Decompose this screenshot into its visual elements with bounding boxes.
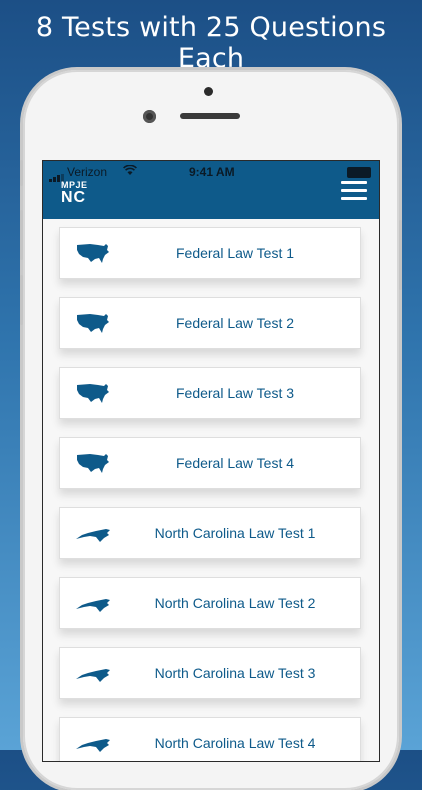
volume-down-button (20, 275, 23, 325)
logo-bottom-text: NC (61, 189, 87, 206)
nc-map-icon (76, 739, 110, 752)
test-card-label: North Carolina Law Test 2 (154, 595, 316, 611)
test-card-label: Federal Law Test 3 (175, 385, 295, 401)
test-card-label: North Carolina Law Test 3 (154, 665, 316, 681)
nc-map-icon (76, 669, 110, 682)
hamburger-menu-icon[interactable] (341, 181, 367, 201)
test-card-label: North Carolina Law Test 4 (154, 735, 316, 751)
app-header: Verizon 9:41 AM MPJE NC (43, 161, 379, 219)
power-button (399, 220, 402, 290)
test-card-federal-1[interactable]: Federal Law Test 1 (59, 227, 361, 279)
test-card-federal-4[interactable]: Federal Law Test 4 (59, 437, 361, 489)
carrier-name: Verizon (67, 165, 108, 179)
usa-map-icon (77, 454, 109, 473)
status-time: 9:41 AM (189, 165, 235, 179)
test-card-label: Federal Law Test 1 (175, 245, 295, 261)
earpiece-speaker (180, 113, 240, 119)
test-card-nc-3[interactable]: North Carolina Law Test 3 (59, 647, 361, 699)
test-card-federal-2[interactable]: Federal Law Test 2 (59, 297, 361, 349)
proximity-sensor (204, 87, 213, 96)
test-card-federal-3[interactable]: Federal Law Test 3 (59, 367, 361, 419)
usa-map-icon (77, 384, 109, 403)
usa-map-icon (77, 244, 109, 263)
wifi-icon (123, 165, 137, 175)
app-screen: Verizon 9:41 AM MPJE NC Federal Law Test… (42, 160, 380, 762)
status-bar: Verizon 9:41 AM (43, 161, 379, 182)
headline: 8 Tests with 25 Questions Each (35, 12, 387, 74)
test-card-nc-1[interactable]: North Carolina Law Test 1 (59, 507, 361, 559)
test-list: Federal Law Test 1 Federal Law Test 2 Fe… (59, 227, 361, 761)
front-camera (143, 110, 156, 123)
test-card-nc-4[interactable]: North Carolina Law Test 4 (59, 717, 361, 761)
test-card-label: Federal Law Test 2 (175, 315, 295, 331)
test-card-nc-2[interactable]: North Carolina Law Test 2 (59, 577, 361, 629)
volume-up-button (20, 210, 23, 260)
nc-map-icon (76, 529, 110, 542)
mute-switch (20, 160, 23, 186)
app-logo: MPJE NC (61, 181, 88, 206)
usa-map-icon (77, 314, 109, 333)
nc-map-icon (76, 599, 110, 612)
test-card-label: North Carolina Law Test 1 (154, 525, 316, 541)
test-card-label: Federal Law Test 4 (175, 455, 295, 471)
battery-icon (347, 167, 371, 178)
